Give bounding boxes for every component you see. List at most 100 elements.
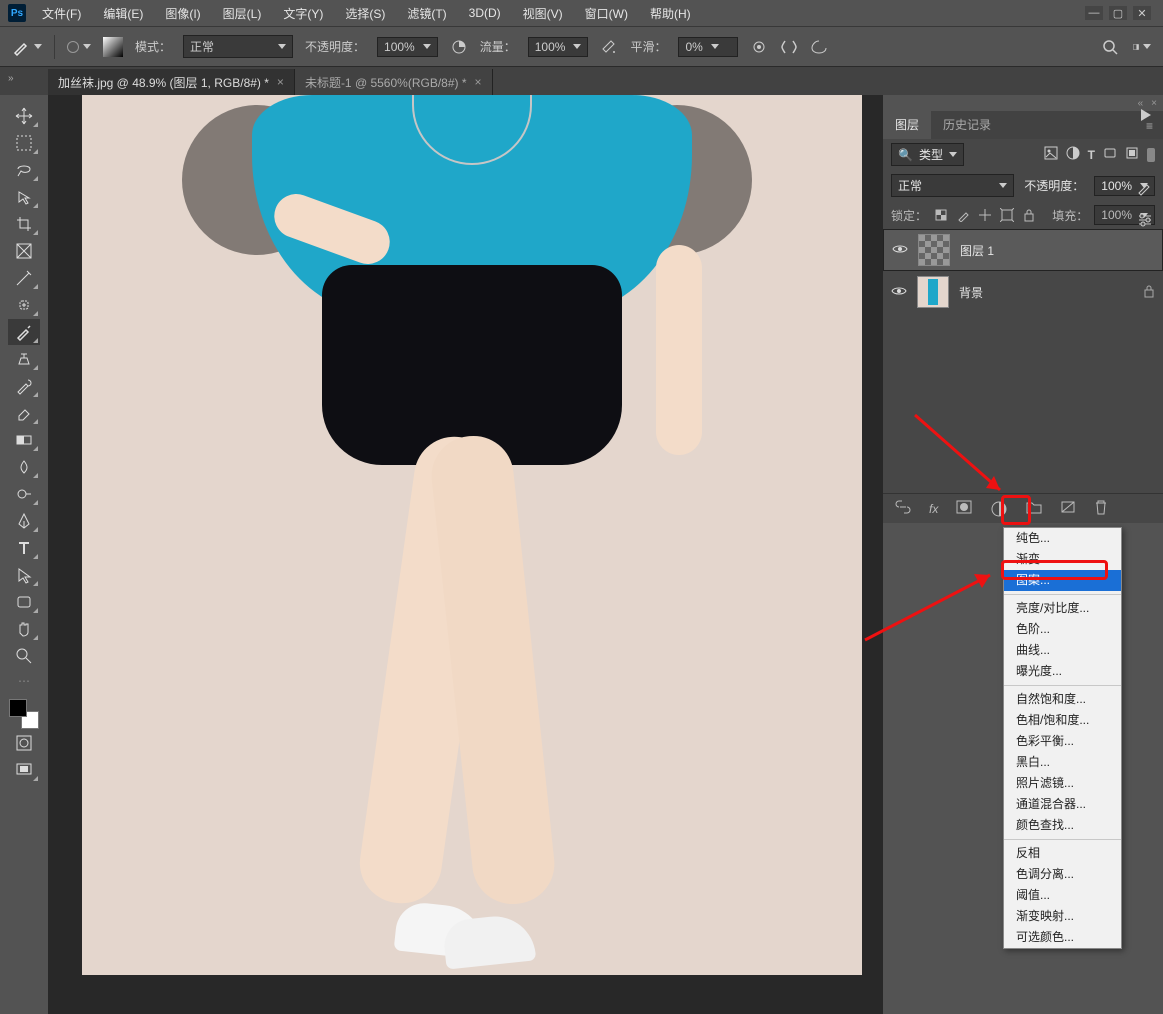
layer-filter-select[interactable]: 🔍 类型 bbox=[891, 143, 964, 166]
adjustment-layer-icon[interactable] bbox=[990, 500, 1008, 518]
popup-item-invert[interactable]: 反相 bbox=[1004, 843, 1121, 864]
play-action-icon[interactable] bbox=[1137, 107, 1153, 126]
filter-shape-icon[interactable] bbox=[1103, 146, 1117, 163]
symmetry-icon[interactable] bbox=[780, 38, 798, 56]
marquee-tool[interactable] bbox=[8, 130, 40, 156]
tab-layers[interactable]: 图层 bbox=[883, 110, 931, 139]
layer-mask-icon[interactable] bbox=[956, 500, 972, 517]
popup-item-color-balance[interactable]: 色彩平衡... bbox=[1004, 731, 1121, 752]
delete-layer-icon[interactable] bbox=[1094, 499, 1108, 518]
lock-paint-icon[interactable] bbox=[955, 207, 971, 223]
flow-input[interactable]: 100% bbox=[528, 37, 589, 57]
move-tool[interactable] bbox=[8, 103, 40, 129]
tool-preset-picker[interactable] bbox=[12, 38, 42, 56]
layer-name[interactable]: 图层 1 bbox=[960, 242, 994, 259]
layer-thumbnail[interactable] bbox=[918, 234, 950, 266]
blend-mode-select[interactable]: 正常 bbox=[183, 35, 293, 58]
menu-filter[interactable]: 滤镜(T) bbox=[401, 5, 452, 22]
popup-item-photo-filter[interactable]: 照片滤镜... bbox=[1004, 773, 1121, 794]
quick-mask-icon[interactable] bbox=[8, 730, 40, 756]
popup-item-gradient[interactable]: 渐变... bbox=[1004, 549, 1121, 570]
popup-item-color-lookup[interactable]: 颜色查找... bbox=[1004, 815, 1121, 836]
new-layer-icon[interactable] bbox=[1060, 500, 1076, 517]
menu-help[interactable]: 帮助(H) bbox=[644, 5, 697, 22]
quick-select-tool[interactable] bbox=[8, 184, 40, 210]
workspace-switcher-icon[interactable] bbox=[1133, 38, 1151, 56]
opacity-input[interactable]: 100% bbox=[377, 37, 438, 57]
layer-blend-mode-select[interactable]: 正常 bbox=[891, 174, 1014, 197]
smooth-input[interactable]: 0% bbox=[678, 37, 738, 57]
eyedropper-tool[interactable] bbox=[8, 265, 40, 291]
blur-tool[interactable] bbox=[8, 454, 40, 480]
hand-tool[interactable] bbox=[8, 616, 40, 642]
popup-item-levels[interactable]: 色阶... bbox=[1004, 619, 1121, 640]
menu-view[interactable]: 视图(V) bbox=[517, 5, 569, 22]
popup-item-selective-color[interactable]: 可选颜色... bbox=[1004, 927, 1121, 948]
window-close[interactable]: ✕ bbox=[1133, 6, 1151, 20]
airbrush-icon[interactable] bbox=[600, 38, 618, 56]
pen-tool[interactable] bbox=[8, 508, 40, 534]
document-tab-inactive[interactable]: 未标题-1 @ 5560%(RGB/8#) * × bbox=[295, 69, 493, 95]
zoom-tool[interactable] bbox=[8, 643, 40, 669]
layer-row[interactable]: 图层 1 bbox=[883, 229, 1163, 271]
popup-item-channel-mixer[interactable]: 通道混合器... bbox=[1004, 794, 1121, 815]
menu-window[interactable]: 窗口(W) bbox=[579, 5, 634, 22]
menu-file[interactable]: 文件(F) bbox=[36, 5, 87, 22]
menu-3d[interactable]: 3D(D) bbox=[463, 6, 507, 20]
path-select-tool[interactable] bbox=[8, 562, 40, 588]
popup-item-bw[interactable]: 黑白... bbox=[1004, 752, 1121, 773]
brush-panel-toggle[interactable] bbox=[103, 37, 123, 57]
visibility-toggle-icon[interactable] bbox=[892, 243, 908, 258]
window-maximize[interactable]: ▢ bbox=[1109, 6, 1127, 20]
shape-tool[interactable] bbox=[8, 589, 40, 615]
healing-tool[interactable] bbox=[8, 292, 40, 318]
brush-size-picker[interactable] bbox=[67, 41, 91, 53]
foreground-color[interactable] bbox=[9, 699, 27, 717]
layer-thumbnail[interactable] bbox=[917, 276, 949, 308]
brush-tool[interactable] bbox=[8, 319, 40, 345]
layer-name[interactable]: 背景 bbox=[959, 284, 983, 301]
adjustments-panel-icon[interactable] bbox=[1136, 211, 1154, 232]
popup-item-pattern[interactable]: 图案... bbox=[1004, 570, 1121, 591]
popup-item-vibrance[interactable]: 自然饱和度... bbox=[1004, 689, 1121, 710]
menu-layer[interactable]: 图层(L) bbox=[217, 5, 268, 22]
color-swatches[interactable] bbox=[9, 699, 39, 729]
menu-edit[interactable]: 编辑(E) bbox=[97, 5, 149, 22]
pressure-size-icon[interactable] bbox=[810, 38, 828, 56]
lock-pixels-icon[interactable] bbox=[933, 207, 949, 223]
menu-select[interactable]: 选择(S) bbox=[339, 5, 391, 22]
search-icon[interactable] bbox=[1101, 38, 1119, 56]
screen-mode-icon[interactable] bbox=[8, 757, 40, 783]
tab-collapse-icon[interactable]: » bbox=[8, 73, 14, 84]
layer-row[interactable]: 背景 bbox=[883, 271, 1163, 313]
popup-item-exposure[interactable]: 曝光度... bbox=[1004, 661, 1121, 682]
tab-history[interactable]: 历史记录 bbox=[931, 110, 1003, 139]
document-canvas[interactable] bbox=[82, 95, 862, 975]
crop-tool[interactable] bbox=[8, 211, 40, 237]
popup-item-threshold[interactable]: 阈值... bbox=[1004, 885, 1121, 906]
canvas-area[interactable] bbox=[48, 95, 883, 1014]
menu-type[interactable]: 文字(Y) bbox=[277, 5, 329, 22]
type-tool[interactable] bbox=[8, 535, 40, 561]
popup-item-solid-color[interactable]: 纯色... bbox=[1004, 528, 1121, 549]
link-layers-icon[interactable] bbox=[895, 500, 911, 517]
eraser-tool[interactable] bbox=[8, 400, 40, 426]
window-minimize[interactable]: — bbox=[1085, 6, 1103, 20]
lasso-tool[interactable] bbox=[8, 157, 40, 183]
smoothing-options-icon[interactable] bbox=[750, 38, 768, 56]
lock-artboard-icon[interactable] bbox=[999, 207, 1015, 223]
popup-item-gradient-map[interactable]: 渐变映射... bbox=[1004, 906, 1121, 927]
filter-pixel-icon[interactable] bbox=[1044, 146, 1058, 163]
close-icon[interactable]: × bbox=[475, 75, 482, 89]
frame-tool[interactable] bbox=[8, 238, 40, 264]
toolbar-more-icon[interactable]: ⋯ bbox=[18, 674, 30, 688]
gradient-tool[interactable] bbox=[8, 427, 40, 453]
dodge-tool[interactable] bbox=[8, 481, 40, 507]
lock-position-icon[interactable] bbox=[977, 207, 993, 223]
filter-adjust-icon[interactable] bbox=[1066, 146, 1080, 163]
popup-item-hue[interactable]: 色相/饱和度... bbox=[1004, 710, 1121, 731]
filter-type-icon[interactable]: T bbox=[1088, 148, 1095, 162]
popup-item-brightness[interactable]: 亮度/对比度... bbox=[1004, 598, 1121, 619]
close-icon[interactable]: × bbox=[277, 75, 284, 89]
history-brush-tool[interactable] bbox=[8, 373, 40, 399]
